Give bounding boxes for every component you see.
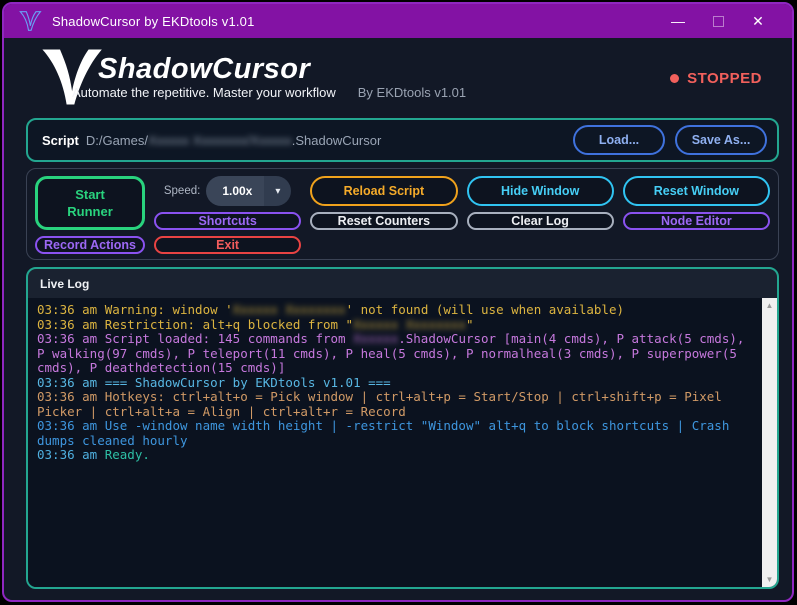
- record-actions-button[interactable]: Record Actions: [35, 236, 145, 254]
- status-badge: STOPPED: [670, 70, 762, 87]
- close-button[interactable]: ✕: [738, 4, 778, 38]
- scroll-up-icon[interactable]: ▲: [766, 298, 774, 313]
- speed-control: Speed: 1.00x ▾: [154, 176, 301, 206]
- log-text-segment: ": [465, 316, 474, 332]
- speed-value: 1.00x: [206, 176, 265, 206]
- brand-byline: By EKDtools v1.01: [357, 85, 467, 100]
- header: ShadowCursor Automate the repetitive. Ma…: [4, 38, 792, 116]
- live-log-title: Live Log: [40, 277, 90, 291]
- log-text-segment: 03:36 am === ShadowCursor by EKDtools v1…: [37, 374, 391, 390]
- start-runner-label-line1: Start: [75, 187, 105, 202]
- window-title: ShadowCursor by EKDtools v1.01: [52, 13, 255, 29]
- script-bar: Script D:/Games/Xxxxxx Xxxxxxxx/Xxxxxx.S…: [26, 118, 779, 162]
- log-line: 03:36 am === ShadowCursor by EKDtools v1…: [37, 374, 756, 391]
- log-text-segment: Ready.: [104, 447, 150, 462]
- reload-script-button[interactable]: Reload Script: [310, 176, 458, 206]
- shortcuts-button[interactable]: Shortcuts: [154, 212, 302, 230]
- reset-window-button[interactable]: Reset Window: [622, 176, 770, 206]
- speed-dropdown[interactable]: 1.00x ▾: [206, 176, 292, 206]
- exit-button[interactable]: Exit: [154, 236, 302, 254]
- maximize-icon: [712, 15, 724, 27]
- log-text-segment: 03:36 am Script loaded: 145 commands fro…: [37, 331, 354, 346]
- log-text-segment: 03:36 am Hotkeys: ctrl+alt+o = Pick wind…: [37, 389, 730, 419]
- speed-label: Speed:: [163, 185, 201, 197]
- reset-counters-button[interactable]: Reset Counters: [310, 212, 458, 230]
- log-line: 03:36 am Ready.: [37, 447, 756, 463]
- log-redacted-text: Xxxxxx Xxxxxxxx: [353, 316, 466, 332]
- log-line: 03:36 am Script loaded: 145 commands fro…: [37, 331, 756, 376]
- maximize-button: [698, 4, 738, 38]
- script-path-prefix: D:/Games/: [85, 132, 148, 148]
- chevron-down-icon: ▾: [264, 176, 292, 206]
- live-log-panel: Live Log 03:36 am Warning: window 'Xxxxx…: [26, 267, 779, 589]
- clear-log-button[interactable]: Clear Log: [466, 212, 614, 230]
- save-as-button[interactable]: Save As...: [675, 125, 767, 155]
- minimize-button[interactable]: —: [658, 4, 698, 38]
- hide-window-button[interactable]: Hide Window: [466, 176, 614, 206]
- log-line: 03:36 am Restriction: alt+q blocked from…: [37, 316, 756, 333]
- status-dot-icon: [670, 74, 680, 83]
- toolbar: Start Runner Speed: 1.00x ▾ Reload Scrip…: [26, 168, 779, 260]
- script-label: Script: [42, 132, 79, 148]
- start-runner-label-line2: Runner: [67, 204, 113, 219]
- start-runner-button[interactable]: Start Runner: [35, 176, 145, 230]
- script-path-redacted: Xxxxxx Xxxxxxxx/Xxxxxx: [147, 132, 292, 148]
- script-path-suffix: .ShadowCursor: [291, 132, 382, 148]
- node-editor-button[interactable]: Node Editor: [622, 212, 770, 230]
- app-logo-icon: [19, 11, 42, 31]
- log-text-segment: 03:36 am: [37, 447, 105, 462]
- load-button[interactable]: Load...: [573, 125, 665, 155]
- brand-name: ShadowCursor: [98, 53, 311, 85]
- log-text-segment: 03:36 am Use -window name width height |…: [37, 418, 737, 448]
- live-log-body: 03:36 am Warning: window 'Xxxxxx Xxxxxxx…: [28, 298, 777, 587]
- log-scrollbar[interactable]: ▲ ▼: [762, 298, 777, 587]
- log-content: 03:36 am Warning: window 'Xxxxxx Xxxxxxx…: [28, 298, 762, 587]
- scroll-down-icon[interactable]: ▼: [766, 572, 774, 587]
- app-window: ShadowCursor by EKDtools v1.01 — ✕ Shado…: [2, 2, 794, 602]
- log-text-segment: 03:36 am Restriction: alt+q blocked from…: [37, 316, 354, 332]
- brand-tagline: Automate the repetitive. Master your wor…: [72, 85, 336, 100]
- log-line: 03:36 am Use -window name width height |…: [37, 418, 756, 448]
- log-text-segment: 03:36 am Warning: window ': [37, 302, 233, 317]
- log-redacted-text: Xxxxxx Xxxxxxxx: [232, 302, 346, 317]
- log-line: 03:36 am Warning: window 'Xxxxxx Xxxxxxx…: [37, 302, 756, 318]
- script-path: D:/Games/Xxxxxx Xxxxxxxx/Xxxxxx.ShadowCu…: [86, 133, 381, 148]
- title-bar: ShadowCursor by EKDtools v1.01 — ✕: [4, 4, 792, 38]
- log-text-segment: ' not found (will use when available): [345, 302, 625, 317]
- log-line: 03:36 am Hotkeys: ctrl+alt+o = Pick wind…: [37, 389, 756, 419]
- status-label: STOPPED: [687, 70, 762, 87]
- log-redacted-text: Xxxxxx: [353, 331, 399, 346]
